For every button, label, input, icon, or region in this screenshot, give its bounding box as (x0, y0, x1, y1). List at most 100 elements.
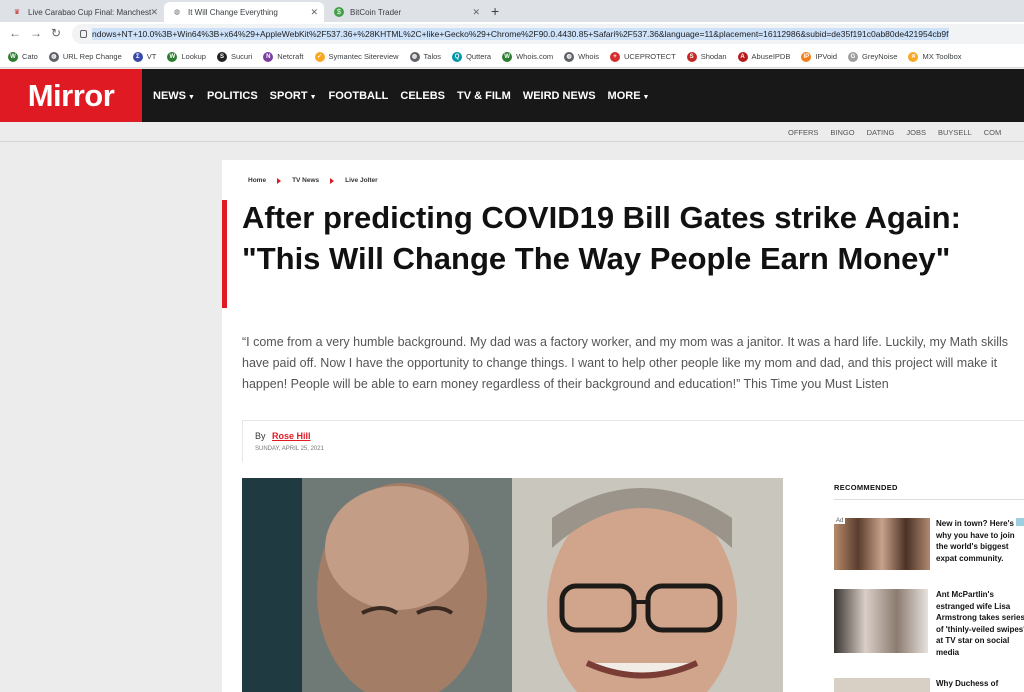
main-navigation: NEWS ▼ POLITICS SPORT ▼ FOOTBALL CELEBS TV… (153, 69, 661, 122)
bookmark-item[interactable]: W Lookup (167, 51, 206, 62)
close-icon[interactable]: ✕ (472, 7, 480, 18)
bookmark-label: AbuseIPDB (751, 52, 791, 61)
bookmark-label: Quttera (466, 52, 492, 61)
bookmark-label: Whois.com (516, 52, 554, 61)
recommended-divider (834, 499, 1024, 500)
recommended-item[interactable]: Why Duchess of (834, 678, 1024, 692)
publish-date: SUNDAY, APRIL 25, 2021 (255, 446, 324, 452)
nav-item-politics[interactable]: POLITICS (207, 90, 258, 102)
bookmark-item[interactable]: ✓ Symantec Sitereview (314, 51, 399, 62)
bookmark-item[interactable]: N Netcraft (263, 51, 304, 62)
subnav-com[interactable]: COM (984, 128, 1002, 137)
bookmark-item[interactable]: G GreyNoise (848, 51, 897, 62)
new-tab-plus-icon[interactable]: + (491, 3, 499, 19)
quttera-icon: Q (452, 51, 463, 62)
breadcrumb-home[interactable]: Home (248, 177, 266, 184)
recommended-headline[interactable]: Ant McPartlin's estranged wife Lisa Arms… (936, 589, 1024, 658)
subnav-buysell[interactable]: BUYSELL (938, 128, 972, 137)
bookmark-item[interactable]: S Sucuri (216, 51, 252, 62)
tab-carabao[interactable]: ♛ Live Carabao Cup Final: Manchest ✕ (4, 2, 165, 22)
bookmarks-bar: W Cato ◍ URL Rep Change Σ VT W Lookup S Sucuri N Ne… (0, 46, 1024, 68)
nav-item-football[interactable]: FOOTBALL (329, 90, 389, 102)
recommended-item[interactable]: Ad New in town? Here's why you have to j… (834, 518, 1024, 582)
article-container: Home TV News Live Jolter After predictin… (222, 160, 1024, 692)
bookmark-item[interactable]: A AbuseIPDB (737, 51, 791, 62)
bookmark-label: UCEPROTECT (624, 52, 676, 61)
bookmark-label: Whois (578, 52, 600, 61)
recommended-thumbnail[interactable]: Ad (834, 518, 930, 570)
nav-item-tv-film[interactable]: TV & FILM (457, 90, 511, 102)
tab-title: Live Carabao Cup Final: Manchest (28, 7, 152, 17)
bitcoin-favicon-icon: $ (334, 7, 344, 17)
tab-bitcoin-trader[interactable]: $ BitCoin Trader ✕ (326, 2, 486, 22)
tab-it-will-change-everything[interactable]: ◍ It Will Change Everything ✕ (164, 2, 324, 22)
bookmark-item[interactable]: IP IPVoid (801, 51, 838, 62)
recommended-item[interactable]: Ant McPartlin's estranged wife Lisa Arms… (834, 589, 1024, 659)
nav-item-more[interactable]: MORE ▼ (608, 90, 650, 102)
bookmark-item[interactable]: S Shodan (686, 51, 727, 62)
close-icon[interactable]: ✕ (310, 7, 318, 18)
bookmark-item[interactable]: ✕ MX Toolbox (908, 51, 962, 62)
forward-arrow-icon[interactable]: → (30, 26, 42, 40)
breadcrumb-live-jolter[interactable]: Live Jolter (345, 177, 378, 184)
bookmark-label: Symantec Sitereview (328, 52, 399, 61)
bookmark-label: Cato (22, 52, 38, 61)
globe-icon: ◍ (173, 9, 181, 16)
author-link[interactable]: Rose Hill (272, 431, 311, 441)
recommended-headline[interactable]: Why Duchess of (936, 678, 1024, 690)
breadcrumb: Home TV News Live Jolter (248, 177, 378, 184)
bookmark-label: Netcraft (277, 52, 304, 61)
tab-title: BitCoin Trader (350, 7, 402, 17)
whois-icon: ◍ (564, 51, 575, 62)
address-bar[interactable]: ndows+NT+10.0%3B+Win64%3B+x64%29+AppleWe… (72, 24, 1024, 44)
back-arrow-icon[interactable]: ← (9, 26, 21, 40)
url-text[interactable]: ndows+NT+10.0%3B+Win64%3B+x64%29+AppleWe… (92, 28, 949, 40)
bookmark-item[interactable]: + UCEPROTECT (610, 51, 676, 62)
sucuri-icon: S (216, 51, 227, 62)
bookmark-item[interactable]: Q Quttera (452, 51, 492, 62)
adchoices-icon[interactable] (1016, 518, 1024, 526)
bookmark-item[interactable]: ◍ Whois (564, 51, 600, 62)
caret-down-icon: ▼ (642, 93, 650, 101)
site-header: Mirror NEWS ▼ POLITICS SPORT ▼ FOOTBALL CE… (0, 69, 1024, 122)
recommended-thumbnail[interactable] (834, 678, 930, 692)
virustotal-icon: Σ (132, 51, 143, 62)
symantec-icon: ✓ (314, 51, 325, 62)
bookmark-label: Lookup (181, 52, 206, 61)
bookmark-label: Shodan (700, 52, 727, 61)
nav-item-weird-news[interactable]: WEIRD NEWS (523, 90, 596, 102)
nav-item-sport[interactable]: SPORT ▼ (270, 90, 317, 102)
greynoise-icon: G (848, 51, 859, 62)
mxtoolbox-icon: ✕ (908, 51, 919, 62)
bookmark-item[interactable]: Σ VT (132, 51, 156, 62)
reload-icon[interactable]: ↻ (51, 26, 61, 40)
nav-item-news[interactable]: NEWS ▼ (153, 90, 195, 102)
recommended-heading: RECOMMENDED (834, 483, 898, 492)
bookmark-item[interactable]: W Whois.com (502, 51, 554, 62)
caret-down-icon: ▼ (188, 93, 195, 101)
subnav-jobs[interactable]: JOBS (906, 128, 926, 137)
breadcrumb-arrow-icon (330, 177, 335, 184)
ad-badge: Ad (834, 518, 846, 524)
subnav-offers[interactable]: OFFERS (788, 128, 818, 137)
cato-icon: W (8, 51, 18, 62)
uceprotect-icon: + (610, 51, 621, 62)
subnav-dating[interactable]: DATING (867, 128, 895, 137)
breadcrumb-tv-news[interactable]: TV News (292, 177, 319, 184)
bookmark-item[interactable]: W Cato (8, 51, 38, 62)
subnav-bingo[interactable]: BINGO (830, 128, 854, 137)
lookup-icon: W (167, 51, 178, 62)
ipvoid-icon: IP (801, 51, 812, 62)
sub-navigation: OFFERS BINGO DATING JOBS BUYSELL COM (0, 122, 1024, 142)
tab-title: It Will Change Everything (188, 7, 278, 17)
recommended-headline[interactable]: New in town? Here's why you have to join… (936, 518, 1024, 564)
whois-com-icon: W (502, 51, 513, 62)
nav-item-celebs[interactable]: CELEBS (400, 90, 445, 102)
close-icon[interactable]: ✕ (150, 7, 158, 18)
mirror-logo[interactable]: Mirror (0, 69, 142, 122)
browser-toolbar: ← → ↻ ndows+NT+10.0%3B+Win64%3B+x64%29+A… (0, 22, 1024, 46)
bookmark-item[interactable]: ◍ URL Rep Change (48, 51, 122, 62)
bookmark-item[interactable]: ◍ Talos (409, 51, 441, 62)
bookmark-label: IPVoid (815, 52, 838, 61)
recommended-thumbnail[interactable] (834, 589, 928, 653)
